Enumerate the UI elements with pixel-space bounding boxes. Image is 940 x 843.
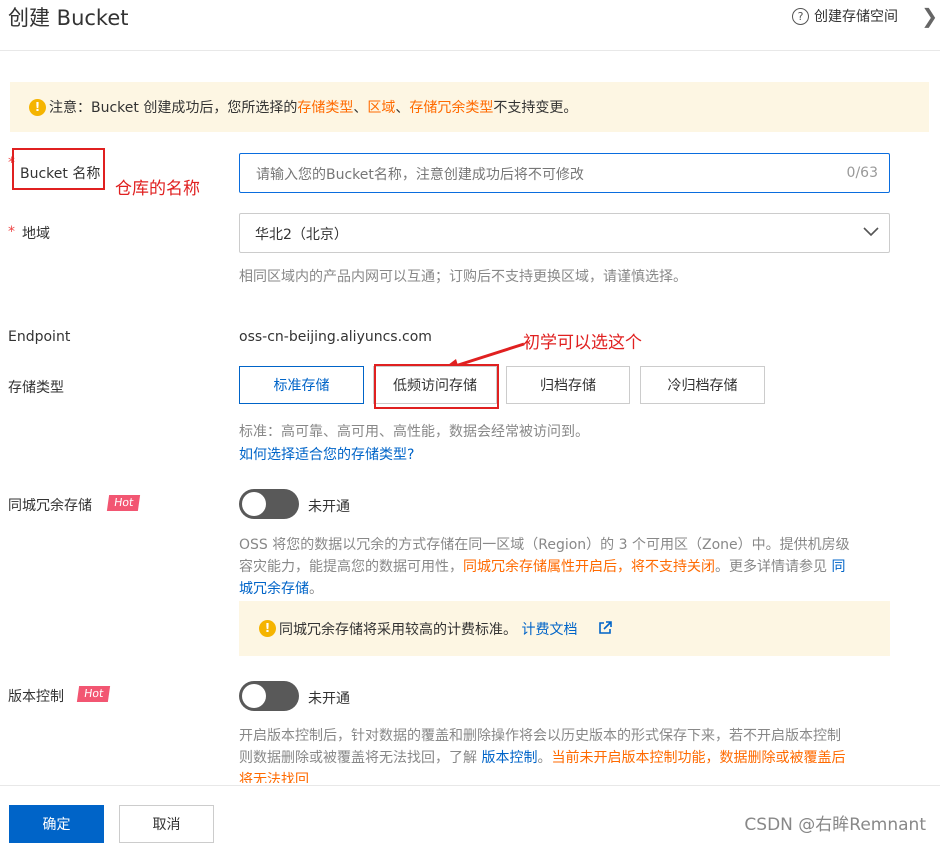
versioning-label: 版本控制: [8, 689, 64, 705]
notice-sep: 、: [353, 100, 368, 116]
external-link-icon[interactable]: [598, 621, 612, 635]
storage-option-archive[interactable]: 归档存储: [506, 366, 630, 404]
desc-warning: 同城冗余存储属性开启后，将不支持关闭: [463, 559, 715, 575]
region-value: 华北2（北京）: [255, 227, 348, 243]
header-divider: [0, 50, 940, 51]
warning-icon: !: [259, 620, 276, 637]
zone-redundancy-label: 同城冗余存储: [8, 498, 92, 514]
required-mark: *: [8, 224, 15, 240]
billing-warning-box: ! 同城冗余存储将采用较高的计费标准。 计费文档: [239, 601, 890, 656]
region-label: 地域: [22, 226, 50, 242]
versioning-toggle[interactable]: [239, 681, 299, 711]
zone-redundancy-link[interactable]: 城冗余存储: [239, 581, 309, 597]
zone-redundancy-status: 未开通: [308, 499, 350, 515]
storage-type-desc: 标准：高可靠、高可用、高性能，数据会经常被访问到。: [239, 424, 589, 440]
notice-prefix: 注意：Bucket 创建成功后，您所选择的: [49, 100, 298, 116]
bucket-name-label: Bucket 名称: [20, 166, 101, 182]
chevron-down-icon: [863, 227, 879, 237]
billing-warning-text: 同城冗余存储将采用较高的计费标准。 计费文档: [279, 619, 577, 639]
desc-text: 。: [309, 581, 323, 597]
notice-suffix: 不支持变更。: [493, 100, 578, 116]
chevron-right-icon[interactable]: ❯: [921, 4, 938, 28]
hot-badge: Hot: [106, 495, 141, 511]
desc-text: 容灾能力，能提高您的数据可用性，: [239, 559, 463, 575]
notice-link-redundancy[interactable]: 存储冗余类型: [409, 97, 493, 117]
region-hint: 相同区域内的产品内网可以互通；订购后不支持更换区域，请谨慎选择。: [239, 269, 687, 285]
versioning-desc: 开启版本控制后，针对数据的覆盖和删除操作将会以历史版本的形式保存下来，若不开启版…: [239, 725, 899, 783]
region-select[interactable]: 华北2（北京）: [239, 213, 890, 253]
annotation-text-bucket: 仓库的名称: [115, 179, 200, 199]
storage-type-label: 存储类型: [8, 380, 64, 396]
zone-redundancy-toggle[interactable]: [239, 489, 299, 519]
desc-line: OSS 将您的数据以冗余的方式存储在同一区域（Region）的 3 个可用区（Z…: [239, 537, 850, 553]
notice-link-storage-type[interactable]: 存储类型: [297, 97, 353, 117]
notice-link-region[interactable]: 区域: [367, 97, 395, 117]
help-text: 创建存储空间: [814, 9, 898, 25]
versioning-status: 未开通: [308, 691, 350, 707]
footer-divider: [0, 785, 940, 786]
billing-warning-message: 同城冗余存储将采用较高的计费标准。: [279, 622, 517, 638]
billing-doc-link[interactable]: 计费文档: [521, 622, 577, 638]
annotation-box-infrequent: [374, 364, 499, 409]
desc-warning: 将无法找回: [239, 772, 309, 783]
cancel-button[interactable]: 取消: [119, 805, 214, 843]
hot-badge: Hot: [76, 686, 111, 702]
desc-warning: 当前未开启版本控制功能，数据删除或被覆盖后: [551, 750, 846, 766]
warning-icon: !: [29, 98, 46, 116]
storage-option-cold-archive[interactable]: 冷归档存储: [640, 366, 765, 404]
toggle-knob: [242, 492, 266, 516]
versioning-link[interactable]: 版本控制: [481, 750, 537, 766]
desc-line: 则数据删除或被覆盖将无法找回，了解 版本控制。当前未开启版本控制功能，数据删除或…: [239, 747, 899, 769]
watermark: CSDN @右眸Remnant: [744, 815, 926, 835]
bucket-name-placeholder: 请输入您的Bucket名称，注意创建成功后将不可修改: [256, 167, 584, 183]
help-link[interactable]: ? 创建存储空间: [792, 6, 898, 26]
annotation-text-storage: 初学可以选这个: [523, 333, 642, 353]
notice-banner: ! 注意：Bucket 创建成功后，您所选择的 存储类型 、 区域 、 存储冗余…: [10, 82, 929, 132]
page-title: 创建 Bucket: [8, 6, 129, 30]
char-counter: 0/63: [846, 165, 878, 181]
bucket-name-input[interactable]: 请输入您的Bucket名称，注意创建成功后将不可修改 0/63: [239, 153, 890, 193]
desc-text: 。更多详情请参见: [715, 559, 832, 575]
desc-text: 则数据删除或被覆盖将无法找回，了解: [239, 750, 482, 766]
desc-line: 城冗余存储。: [239, 578, 899, 600]
desc-line: 容灾能力，能提高您的数据可用性，同城冗余存储属性开启后，将不支持关闭。更多详情请…: [239, 556, 899, 578]
question-icon: ?: [792, 7, 809, 25]
zone-redundancy-desc: OSS 将您的数据以冗余的方式存储在同一区域（Region）的 3 个可用区（Z…: [239, 534, 899, 600]
zone-redundancy-link[interactable]: 同: [831, 559, 845, 575]
storage-option-standard[interactable]: 标准存储: [239, 366, 364, 404]
desc-line: 开启版本控制后，针对数据的覆盖和删除操作将会以历史版本的形式保存下来，若不开启版…: [239, 728, 841, 744]
toggle-knob: [242, 684, 266, 708]
endpoint-label: Endpoint: [8, 329, 71, 345]
storage-type-help-link[interactable]: 如何选择适合您的存储类型?: [239, 444, 414, 464]
desc-text: 。: [537, 750, 552, 766]
notice-sep: 、: [395, 100, 410, 116]
endpoint-value: oss-cn-beijing.aliyuncs.com: [239, 329, 432, 345]
confirm-button[interactable]: 确定: [9, 805, 104, 843]
